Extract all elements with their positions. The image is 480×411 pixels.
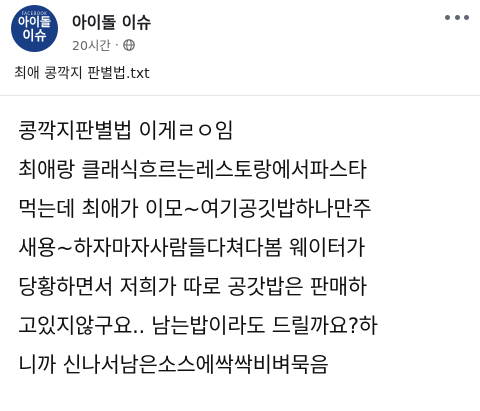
more-options-icon[interactable] bbox=[445, 11, 469, 23]
text-line: 콩깍지판별법 이게ㄹㅇ임 bbox=[18, 119, 234, 143]
page-name-link[interactable]: 아이돌 이슈 bbox=[72, 9, 151, 33]
text-line: 최애랑 클래식흐르는레스토랑에서파스타 bbox=[18, 158, 367, 182]
globe-icon bbox=[123, 38, 135, 51]
facebook-post: FACEBOOK 아이돌 이슈 아이돌 이슈 20시간 · 최애 콩깍지 판별법… bbox=[0, 0, 480, 411]
avatar-text-line2: 이슈 bbox=[22, 29, 47, 44]
more-dot bbox=[445, 14, 450, 20]
divider bbox=[0, 95, 480, 96]
text-line: 당황하면서 저희가 따로 공갓밥은 판매하 bbox=[18, 275, 367, 299]
post-meta: 20시간 · bbox=[72, 35, 135, 54]
page-avatar[interactable]: FACEBOOK 아이돌 이슈 bbox=[11, 5, 58, 52]
text-line: 고있지않구요.. 남는밥이라도 드릴까요?하 bbox=[18, 314, 378, 338]
text-line: 니까 신나서남은소스에싹싹비벼묵음 bbox=[18, 353, 329, 377]
post-caption: 최애 콩깍지 판별법.txt bbox=[14, 66, 150, 82]
post-header: FACEBOOK 아이돌 이슈 아이돌 이슈 20시간 · bbox=[11, 5, 471, 55]
meta-separator: · bbox=[114, 37, 119, 52]
post-image-text: 콩깍지판별법 이게ㄹㅇ임 최애랑 클래식흐르는레스토랑에서파스타 먹는데 최애가… bbox=[18, 112, 480, 385]
text-line: 먹는데 최애가 이모~여기공깃밥하나만주 bbox=[18, 197, 372, 221]
post-timestamp[interactable]: 20시간 bbox=[72, 35, 111, 54]
more-dot bbox=[464, 14, 469, 20]
avatar-text-line1: 아이돌 bbox=[17, 15, 52, 29]
more-dot bbox=[454, 14, 460, 20]
text-line: 새용~하자마자사람들다쳐다봄 웨이터가 bbox=[18, 236, 366, 260]
